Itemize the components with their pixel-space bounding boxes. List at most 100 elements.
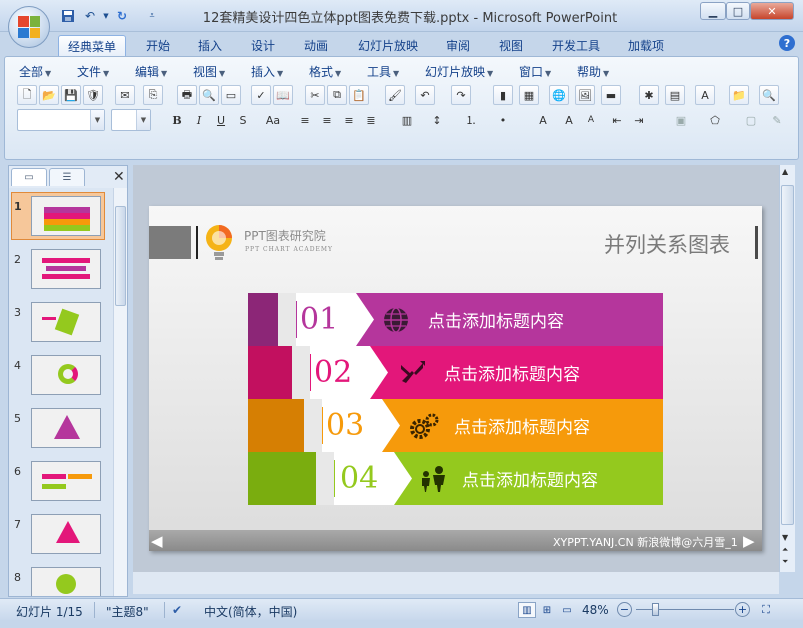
spelling-icon[interactable]: ✓ xyxy=(251,85,271,105)
change-case-icon[interactable]: Aa xyxy=(259,110,287,130)
zoom-in-icon[interactable]: + xyxy=(735,602,750,617)
picture-icon[interactable]: 🖼 xyxy=(575,85,595,105)
open-folder-icon[interactable]: 📂 xyxy=(39,85,59,105)
tab-design[interactable]: 设计 xyxy=(243,35,283,56)
justify-icon[interactable]: ≣ xyxy=(361,110,381,130)
undo-icon[interactable]: ↶ xyxy=(80,7,100,25)
notes-pane[interactable] xyxy=(133,572,779,594)
normal-view-icon[interactable]: ▥ xyxy=(518,602,536,618)
paste-icon[interactable]: 📋 xyxy=(349,85,369,105)
prev-arrow-icon[interactable]: ◀ xyxy=(151,532,163,550)
menu-tools[interactable]: 工具 ▼ xyxy=(367,63,399,80)
list-item[interactable]: 03 点击添加标题内容 xyxy=(248,399,663,452)
slide-thumbnail[interactable] xyxy=(31,302,101,342)
italic-icon[interactable]: I xyxy=(189,110,209,130)
tab-addins[interactable]: 加载项 xyxy=(620,35,672,56)
font-size-combo[interactable]: ▼ xyxy=(111,109,151,131)
tab-insert[interactable]: 插入 xyxy=(190,35,230,56)
menu-format[interactable]: 格式 ▼ xyxy=(309,63,341,80)
line-spacing-icon[interactable]: ↕ xyxy=(427,110,447,130)
zoom-level[interactable]: 48% xyxy=(582,603,609,617)
menu-edit[interactable]: 编辑 ▼ xyxy=(135,63,167,80)
research-icon[interactable]: 📖 xyxy=(273,85,293,105)
menu-view[interactable]: 视图 ▼ xyxy=(193,63,225,80)
next-arrow-icon[interactable]: ▶ xyxy=(743,532,755,550)
previous-slide-icon[interactable]: ⏶ xyxy=(782,545,788,555)
print-icon[interactable]: 🖶 xyxy=(177,85,197,105)
underline-icon[interactable]: U xyxy=(211,110,231,130)
undo-icon[interactable]: ↶ xyxy=(415,85,435,105)
shrink-font-icon[interactable]: A xyxy=(581,110,601,130)
new-slide-icon[interactable]: ✱ xyxy=(639,85,659,105)
email-icon[interactable]: ✉ xyxy=(115,85,135,105)
next-slide-icon[interactable]: ⏷ xyxy=(782,557,788,567)
decrease-indent-icon[interactable]: ⇤ xyxy=(607,110,627,130)
columns-icon[interactable]: ▥ xyxy=(397,110,417,130)
language-status[interactable]: 中文(简体，中国) xyxy=(204,603,297,620)
shape-fill-icon[interactable]: ▢ xyxy=(741,110,761,130)
repeat-icon[interactable]: ↻ xyxy=(112,7,132,25)
new-file-icon[interactable]: 🗋 xyxy=(17,85,37,105)
insert-chart-icon[interactable]: ▮ xyxy=(493,85,513,105)
list-item[interactable]: 04 点击添加标题内容 xyxy=(248,452,663,505)
tab-classic-menu[interactable]: 经典菜单 xyxy=(58,35,126,56)
list-item[interactable]: 02 点击添加标题内容 xyxy=(248,346,663,399)
menu-all[interactable]: 全部 ▼ xyxy=(19,63,51,80)
fit-to-window-icon[interactable]: ⛶ xyxy=(758,602,774,618)
save-icon[interactable]: 💾 xyxy=(61,85,81,105)
font-name-combo[interactable]: ▼ xyxy=(17,109,105,131)
undo-dropdown-icon[interactable]: ▼ xyxy=(102,7,110,25)
menu-window[interactable]: 窗口 ▼ xyxy=(519,63,551,80)
publish-icon[interactable]: ⎘ xyxy=(143,85,163,105)
vertical-scrollbar[interactable]: ▲ ▼ ⏶ ⏷ xyxy=(779,165,795,572)
permission-icon[interactable]: 🛡 xyxy=(83,85,103,105)
cut-icon[interactable]: ✂ xyxy=(305,85,325,105)
menu-slideshow[interactable]: 幻灯片放映 ▼ xyxy=(425,63,493,80)
font-color-icon[interactable]: A xyxy=(533,110,553,130)
menu-insert[interactable]: 插入 ▼ xyxy=(251,63,283,80)
spell-check-icon[interactable]: ✔ xyxy=(172,603,182,617)
arrange-icon[interactable]: ▣ xyxy=(671,110,691,130)
slide-thumbnail[interactable] xyxy=(31,249,101,289)
slide-thumbnail[interactable] xyxy=(31,514,101,554)
slide-sorter-icon[interactable]: ⊞ xyxy=(538,602,556,618)
slide-canvas[interactable]: PPT图表研究院 PPT CHART ACADEMY 并列关系图表 01 点击添… xyxy=(149,206,762,551)
slide-thumbnail[interactable] xyxy=(31,355,101,395)
shape-outline-icon[interactable]: ✎ xyxy=(767,110,787,130)
thumbnail-scrollbar[interactable] xyxy=(113,188,127,596)
tab-developer[interactable]: 开发工具 xyxy=(545,35,607,56)
shadow-icon[interactable]: S xyxy=(233,110,253,130)
close-button[interactable]: ✕ xyxy=(750,2,794,20)
format-painter-icon[interactable]: 🖌 xyxy=(385,85,405,105)
zoom-icon[interactable]: 🔍 xyxy=(759,85,779,105)
tab-animation[interactable]: 动画 xyxy=(296,35,336,56)
list-item[interactable]: 01 点击添加标题内容 xyxy=(248,293,663,346)
align-left-icon[interactable]: ≡ xyxy=(295,110,315,130)
menu-file[interactable]: 文件 ▼ xyxy=(77,63,109,80)
scroll-thumb[interactable] xyxy=(115,206,126,306)
print-preview-icon[interactable]: 🔍 xyxy=(199,85,219,105)
scroll-down-icon[interactable]: ▼ xyxy=(782,533,788,542)
zoom-slider-track[interactable] xyxy=(636,609,734,610)
menu-help[interactable]: 帮助 ▼ xyxy=(577,63,609,80)
minimize-button[interactable]: ▁ xyxy=(700,2,726,20)
zoom-slider-thumb[interactable] xyxy=(652,603,659,616)
bold-icon[interactable]: B xyxy=(167,110,187,130)
tab-outline[interactable]: ☰ xyxy=(49,168,85,186)
scroll-up-icon[interactable]: ▲ xyxy=(782,167,788,176)
tab-slides[interactable]: ▭ xyxy=(11,168,47,186)
tab-home[interactable]: 开始 xyxy=(138,35,178,56)
maximize-button[interactable]: □ xyxy=(726,2,750,20)
close-pane-icon[interactable]: ✕ xyxy=(113,169,125,185)
help-icon[interactable]: ? xyxy=(779,35,795,51)
tab-view[interactable]: 视图 xyxy=(491,35,531,56)
zoom-out-icon[interactable]: − xyxy=(617,602,632,617)
save-icon[interactable] xyxy=(58,7,78,25)
copy-icon[interactable]: ⧉ xyxy=(327,85,347,105)
slide-thumbnail[interactable] xyxy=(31,461,101,501)
color-scheme-icon[interactable]: ▬ xyxy=(601,85,621,105)
slide-thumbnail[interactable] xyxy=(31,408,101,448)
redo-icon[interactable]: ↷ xyxy=(451,85,471,105)
insert-table-icon[interactable]: ▦ xyxy=(519,85,539,105)
slide-thumbnail[interactable] xyxy=(31,567,101,596)
